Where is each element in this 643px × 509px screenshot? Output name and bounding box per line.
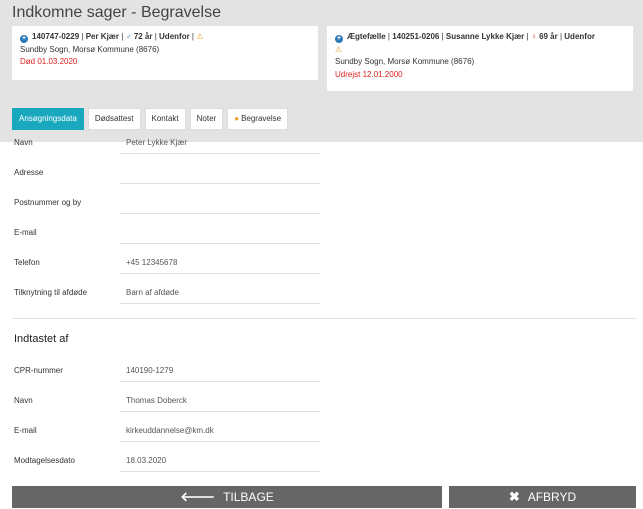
entered-by-cpr-value: 140190-1279	[126, 366, 174, 375]
field-label: Telefon	[14, 258, 40, 267]
header-area: Indkomne sager - Begravelse +140747-0229…	[0, 0, 643, 142]
applicant-phone-field: Telefon +45 12345678	[14, 250, 320, 274]
applicant-name-value[interactable]: Peter Lykke Kjær	[126, 138, 187, 147]
deceased-cpr: 140747-0229	[32, 32, 80, 41]
applicant-email-field: E-mail	[14, 220, 320, 244]
deceased-status: Udenfor	[159, 32, 190, 41]
entered-by-name-field: Navn Thomas Doberck	[14, 388, 320, 412]
tab-contact[interactable]: Kontakt	[144, 108, 186, 130]
field-label: Navn	[14, 138, 33, 147]
entered-by-email-field: E-mail kirkeuddannelse@km.dk	[14, 418, 320, 442]
section-divider	[12, 318, 637, 319]
expand-icon[interactable]: +	[20, 35, 28, 43]
warning-icon: ⚠	[335, 44, 343, 54]
back-button[interactable]: 🡐 TILBAGE	[12, 486, 442, 508]
male-person-icon: ♂	[125, 32, 132, 41]
applicant-phone-value[interactable]: +45 12345678	[126, 258, 177, 267]
close-icon: ✖	[508, 489, 520, 504]
field-label: Postnummer og by	[14, 198, 82, 207]
deceased-card: +140747-0229 | Per Kjær | ♂ 72 år | Uden…	[12, 26, 318, 80]
entered-by-email-value: kirkeuddannelse@km.dk	[126, 426, 214, 435]
page-title: Indkomne sager - Begravelse	[12, 4, 221, 21]
applicant-postal-field: Postnummer og by	[14, 190, 320, 214]
cancel-button-label: AFBRYD	[527, 490, 577, 504]
tab-notes[interactable]: Noter	[189, 108, 224, 130]
tab-death-certificate[interactable]: Dødsattest	[87, 108, 141, 130]
applicant-address-field: Adresse	[14, 160, 320, 184]
application-form: Navn Peter Lykke Kjær Adresse Postnummer…	[0, 130, 643, 480]
entered-by-cpr-field: CPR-nummer 140190-1279	[14, 358, 320, 382]
applicant-name-field: Navn Peter Lykke Kjær	[14, 130, 320, 154]
status-dot-icon: ●	[234, 114, 240, 123]
spouse-emigrated-date: Udrejst 12.01.2000	[335, 69, 403, 79]
tab-burial[interactable]: ● Begravelse	[227, 108, 289, 130]
entered-by-received-value: 18.03.2020	[126, 456, 167, 465]
applicant-relation-field: Tilknytning til afdøde Barn af afdøde	[14, 280, 320, 304]
field-label: Modtagelsesdato	[14, 456, 75, 465]
entered-by-received-field: Modtagelsesdato 18.03.2020	[14, 448, 320, 472]
deceased-parish: Sundby Sogn, Morsø Kommune (8676)	[20, 44, 160, 54]
tab-burial-label: Begravelse	[241, 114, 282, 123]
cancel-button[interactable]: ✖ AFBRYD	[449, 486, 636, 508]
deceased-name: Per Kjær	[85, 32, 120, 41]
spouse-cpr: 140251-0206	[392, 32, 440, 41]
arrow-left-icon: 🡐	[180, 489, 216, 504]
spouse-relation: Ægtefælle	[347, 32, 386, 41]
field-label: E-mail	[14, 426, 37, 435]
applicant-relation-value[interactable]: Barn af afdøde	[126, 288, 179, 297]
field-label: E-mail	[14, 228, 37, 237]
tab-bar: Ansøgningsdata Dødsattest Kontakt Noter …	[12, 108, 289, 130]
tab-application-data[interactable]: Ansøgningsdata	[12, 108, 84, 130]
spouse-parish: Sundby Sogn, Morsø Kommune (8676)	[335, 57, 475, 66]
spouse-card: + Ægtefælle | 140251-0206 | Susanne Lykke…	[327, 26, 633, 91]
back-button-label: TILBAGE	[223, 490, 274, 504]
warning-icon: ⚠	[196, 32, 204, 41]
field-label: Tilknytning til afdøde	[14, 288, 88, 297]
field-label: CPR-nummer	[14, 366, 63, 375]
spouse-status: Udenfor	[564, 32, 595, 41]
field-label: Adresse	[14, 168, 44, 177]
spouse-age: 69 år	[539, 32, 558, 41]
expand-icon[interactable]: +	[335, 35, 343, 43]
spouse-name: Susanne Lykke Kjær	[445, 32, 525, 41]
female-person-icon: ♀	[530, 32, 537, 41]
field-label: Navn	[14, 396, 33, 405]
deceased-age: 72 år	[133, 32, 153, 41]
deceased-death-date: Død 01.03.2020	[20, 57, 78, 66]
entered-by-name-value: Thomas Doberck	[126, 396, 187, 405]
section-title-entered-by: Indtastet af	[14, 333, 69, 345]
